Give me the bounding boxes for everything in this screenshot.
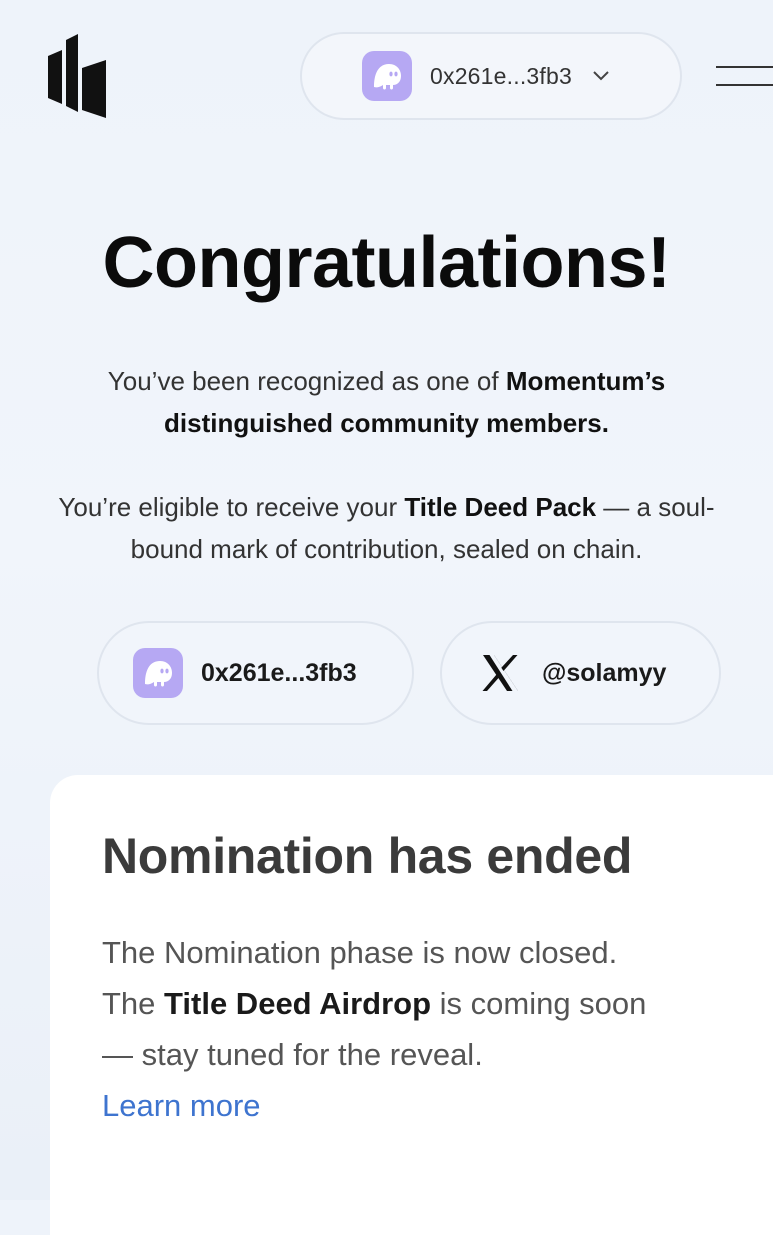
eligibility-text: You’re eligible to receive your Title De…	[58, 492, 715, 564]
momentum-logo-icon[interactable]	[48, 34, 106, 118]
ghost-icon	[133, 648, 183, 698]
page-title: Congratulations!	[102, 223, 671, 303]
x-logo-icon	[482, 655, 518, 691]
wallet-chip-label: 0x261e...3fb3	[201, 658, 357, 687]
recognition-text: You’ve been recognized as one of Momentu…	[107, 366, 666, 438]
wallet-dropdown-button[interactable]: 0x261e...3fb3	[300, 32, 682, 120]
ghost-icon	[362, 51, 412, 101]
card-title: Nomination has ended	[102, 828, 633, 884]
x-handle-label: @solamyy	[542, 658, 667, 687]
card-body: The Nomination phase is now closed. The …	[102, 927, 733, 1131]
nomination-status-card: Nomination has ended The Nomination phas…	[50, 775, 773, 1235]
x-account-chip[interactable]: @solamyy	[440, 621, 721, 725]
chevron-down-icon	[593, 71, 609, 81]
hamburger-menu-icon[interactable]	[716, 63, 773, 89]
wallet-address: 0x261e...3fb3	[430, 62, 572, 89]
learn-more-link[interactable]: Learn more	[102, 1080, 733, 1131]
wallet-account-chip[interactable]: 0x261e...3fb3	[97, 621, 414, 725]
